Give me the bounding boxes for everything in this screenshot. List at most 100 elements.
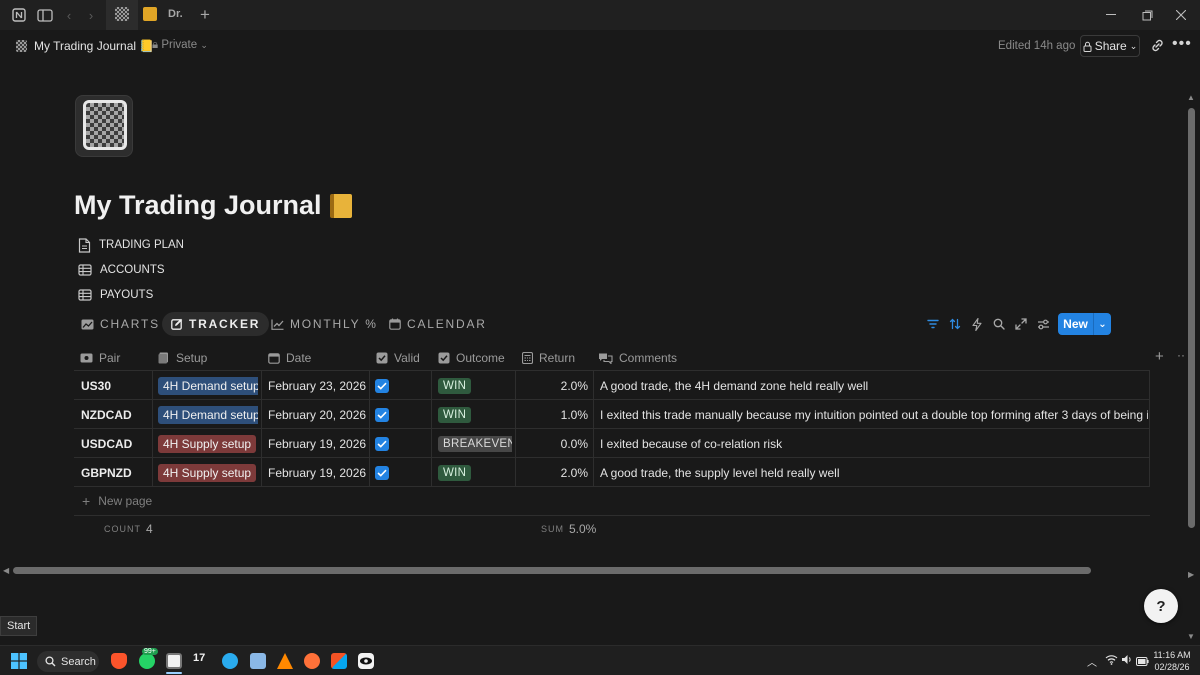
close-window-button[interactable] [1170,4,1192,26]
notion-app-icon[interactable] [10,6,28,24]
cell-valid[interactable] [375,458,425,487]
wifi-icon[interactable] [1105,654,1118,668]
column-header-outcome[interactable]: Outcome [438,348,505,368]
subpage-link-trading-plan[interactable]: TRADING PLAN [78,235,184,255]
new-entry-button[interactable]: New ⌄ [1058,313,1111,335]
cell-valid[interactable] [375,371,425,400]
tab-tracker[interactable]: TRACKER [162,312,270,336]
sidebar-toggle-icon[interactable] [36,6,54,24]
cell-valid[interactable] [375,429,425,458]
new-page-row[interactable]: + New page [82,493,152,509]
column-header-comments[interactable]: Comments [598,348,677,368]
cell-setup[interactable]: 4H Supply setup [158,458,258,487]
system-clock[interactable]: 11:16 AM 02/28/26 [1150,649,1194,673]
scroll-up-arrow[interactable]: ▲ [1187,93,1195,102]
cell-valid[interactable] [375,400,425,429]
chevron-down-icon[interactable]: ⌄ [1094,319,1111,330]
sum-calculation[interactable]: SUM 5.0% [541,522,596,536]
windows-start-icon[interactable] [11,653,27,669]
vlc-icon[interactable] [277,653,293,669]
cell-pair[interactable]: GBPNZD [81,458,149,487]
calculator-app-icon[interactable] [250,653,266,669]
battery-icon[interactable] [1136,655,1149,669]
cell-outcome[interactable]: WIN [438,371,512,400]
subpage-link-accounts[interactable]: ACCOUNTS [78,260,165,280]
settings-sliders-icon[interactable] [1035,316,1051,332]
cell-pair[interactable]: USDCAD [81,429,149,458]
sort-icon[interactable] [947,316,963,332]
cell-return[interactable]: 0.0% [520,429,588,458]
notion-taskbar-icon[interactable] [166,653,182,669]
tab-active[interactable] [106,0,138,30]
tab-charts[interactable]: CHARTS [72,312,169,336]
notebook-tab-icon[interactable] [143,7,157,21]
copy-link-icon[interactable] [1150,38,1165,56]
cell-date[interactable]: February 23, 2026 [268,371,366,400]
scroll-down-arrow[interactable]: ▼ [1187,632,1195,641]
help-button[interactable]: ? [1144,589,1178,623]
checkbox-checked[interactable] [375,407,389,422]
cell-comment[interactable]: I exited this trade manually because my … [600,400,1148,429]
expand-icon[interactable] [1013,316,1029,332]
tab-monthly[interactable]: MONTHLY % [262,312,387,336]
checkbox-checked[interactable] [375,465,389,480]
cell-pair[interactable]: US30 [81,371,149,400]
cell-date[interactable]: February 19, 2026 [268,429,366,458]
search-icon[interactable] [991,316,1007,332]
cell-setup[interactable]: 4H Supply setup [158,429,258,458]
column-header-date[interactable]: Date [268,348,311,368]
taskbar-search[interactable]: Search [37,651,99,672]
count-calculation[interactable]: COUNT 4 [104,522,153,536]
column-header-setup[interactable]: Setup [158,348,207,368]
telegram-icon[interactable] [222,653,238,669]
more-options-icon[interactable]: ••• [1172,35,1192,53]
share-button[interactable]: Share ⌄ [1080,35,1140,57]
scroll-right-arrow[interactable]: ▶ [1188,570,1194,579]
volume-icon[interactable] [1121,654,1133,668]
cell-outcome[interactable]: WIN [438,400,512,429]
brave-browser-icon[interactable] [111,653,127,669]
tradingview-icon[interactable]: 17 [193,652,205,664]
firefox-icon[interactable] [304,653,320,669]
cell-comment[interactable]: A good trade, the 4H demand zone held re… [600,371,1148,400]
cell-date[interactable]: February 19, 2026 [268,458,366,487]
automation-lightning-icon[interactable] [969,316,985,332]
forward-arrow-icon[interactable]: › [82,6,100,24]
more-properties-icon[interactable]: ·· [1177,348,1185,362]
cell-setup[interactable]: 4H Demand setup [158,400,258,429]
tab-dr[interactable]: Dr. [168,8,183,20]
page-icon[interactable] [75,95,133,157]
horizontal-scrollbar[interactable] [13,567,1091,574]
column-header-valid[interactable]: Valid [376,348,420,368]
cell-date[interactable]: February 20, 2026 [268,400,366,429]
vertical-scrollbar[interactable] [1188,108,1195,528]
cell-outcome[interactable]: BREAKEVEN [438,429,512,458]
breadcrumb-page-title[interactable]: My Trading Journal 📒 [34,39,154,53]
add-property-icon[interactable]: + [1155,348,1164,365]
back-arrow-icon[interactable]: ‹ [60,6,78,24]
subpage-link-payouts[interactable]: PAYOUTS [78,285,153,305]
checkbox-checked[interactable] [375,436,389,451]
cell-return[interactable]: 2.0% [520,371,588,400]
cell-outcome[interactable]: WIN [438,458,512,487]
column-header-pair[interactable]: Pair [80,348,120,368]
maximize-button[interactable] [1136,4,1158,26]
tab-calendar[interactable]: CALENDAR [380,312,496,336]
whatsapp-icon[interactable] [139,653,155,669]
cell-setup[interactable]: 4H Demand setup [158,371,258,400]
chevron-up-icon[interactable]: ︿ [1087,654,1097,669]
cell-return[interactable]: 1.0% [520,400,588,429]
page-title[interactable]: My Trading Journal [74,190,352,221]
visibility-selector[interactable]: 🔒︎ Private ⌄ [152,39,208,52]
scroll-left-arrow[interactable]: ◀ [3,566,9,575]
filter-icon[interactable] [925,316,941,332]
checkbox-checked[interactable] [375,378,389,393]
new-tab-button[interactable]: + [196,5,214,24]
minimize-button[interactable] [1100,4,1122,26]
cell-comment[interactable]: A good trade, the supply level held real… [600,458,1148,487]
cell-comment[interactable]: I exited because of co-relation risk [600,429,1148,458]
cell-pair[interactable]: NZDCAD [81,400,149,429]
cell-return[interactable]: 2.0% [520,458,588,487]
eye-app-icon[interactable] [358,653,374,669]
microsoft-store-icon[interactable] [331,653,347,669]
